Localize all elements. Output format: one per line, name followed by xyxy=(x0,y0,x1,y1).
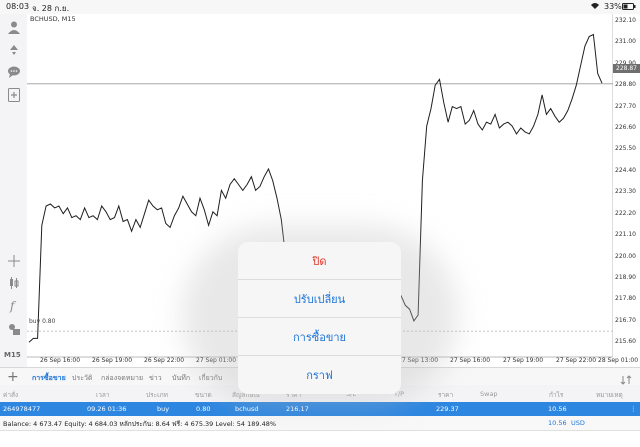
chat-icon[interactable] xyxy=(5,63,22,80)
status-bar: 08:03 จ. 28 ก.ย. 33% xyxy=(0,0,640,14)
price-tick-label: 221.10 xyxy=(615,231,636,239)
time-tick-label: 27 Sep 19:00 xyxy=(503,357,544,364)
objects-icon[interactable] xyxy=(5,320,22,337)
col-time[interactable]: เวลา xyxy=(96,390,110,400)
close-position-button[interactable]: ปิด xyxy=(238,242,401,280)
trade-button[interactable]: การซื้อขาย xyxy=(238,318,401,356)
buy-line-label: buy 0.80 xyxy=(29,318,56,325)
more-icon[interactable]: ⋮ xyxy=(630,405,637,413)
timeframe-label[interactable]: M15 xyxy=(4,351,21,359)
cell-profit: 10.56 xyxy=(548,405,567,413)
tab-journal[interactable]: บันทึก xyxy=(172,373,190,384)
price-tick-label: 224.40 xyxy=(615,166,636,174)
tab-history[interactable]: ประวัติ xyxy=(72,373,92,384)
price-tick-label: 220.00 xyxy=(615,252,636,260)
price-tick-label: 231.00 xyxy=(615,38,636,46)
cell-volume: 0.80 xyxy=(196,405,211,413)
tab-news[interactable]: ข่าว xyxy=(149,373,162,384)
position-context-menu: ปิด ปรับเปลี่ยน การซื้อขาย กราฟ xyxy=(238,242,401,394)
time-tick-label: 28 Sep 01:00 xyxy=(598,357,639,364)
empty-area xyxy=(0,431,640,447)
cell-type: buy xyxy=(157,405,170,413)
trade-arrows-icon[interactable] xyxy=(5,40,22,57)
modify-position-button[interactable]: ปรับเปลี่ยน xyxy=(238,280,401,318)
time-tick-label: 27 Sep 22:00 xyxy=(556,357,597,364)
profit-currency: USD xyxy=(571,419,585,427)
balance-bar: Balance: 4 673.47 Equity: 4 684.03 หลักป… xyxy=(0,416,640,431)
col-price[interactable]: ราคา xyxy=(438,390,453,400)
sort-icon[interactable] xyxy=(620,371,632,385)
time-tick-label: 26 Sep 16:00 xyxy=(40,357,81,364)
cell-symbol: bchusd xyxy=(235,405,259,413)
indicator-icon[interactable]: f xyxy=(5,297,22,314)
wifi-icon xyxy=(590,2,600,12)
price-tick-label: 218.90 xyxy=(615,274,636,282)
col-swap[interactable]: Swap xyxy=(480,390,498,398)
col-profit[interactable]: กำไร xyxy=(549,390,563,400)
cell-price: 229.37 xyxy=(436,405,459,413)
price-tick-label: 215.60 xyxy=(615,338,636,346)
time-tick-label: 27 Sep 16:00 xyxy=(450,357,491,364)
cell-open-price: 216.17 xyxy=(286,405,309,413)
tab-trade[interactable]: การซื้อขาย xyxy=(32,373,66,384)
total-profit: 10.56 xyxy=(548,419,567,427)
time-tick-label: 26 Sep 19:00 xyxy=(92,357,133,364)
price-tick-label: 216.70 xyxy=(615,316,636,324)
price-tick-label: 226.60 xyxy=(615,124,636,132)
status-time: 08:03 xyxy=(6,2,30,11)
price-tick-label: 227.70 xyxy=(615,102,636,110)
col-comment[interactable]: หมายเหตุ xyxy=(596,390,623,400)
time-tick-label: 26 Sep 22:00 xyxy=(144,357,185,364)
price-tick-label: 225.50 xyxy=(615,145,636,153)
chart-button[interactable]: กราฟ xyxy=(238,356,401,393)
cell-order: 264978477 xyxy=(3,405,41,413)
new-order-icon[interactable] xyxy=(5,86,22,103)
col-type[interactable]: ประเภท xyxy=(146,390,168,400)
tab-mailbox[interactable]: กล่องจดหมาย xyxy=(101,373,143,384)
price-tick-label: 228.80 xyxy=(615,81,636,89)
current-price-tag: 228.87 xyxy=(613,64,640,73)
chart-toolbar: f M15 xyxy=(0,14,28,367)
account-icon[interactable] xyxy=(5,18,22,35)
price-tick-label: 232.10 xyxy=(615,16,636,24)
cell-time: 09.26 01:36 xyxy=(87,405,127,413)
candles-icon[interactable] xyxy=(5,274,22,291)
svg-text:f: f xyxy=(9,299,17,313)
price-tick-label: 222.20 xyxy=(615,209,636,217)
balance-summary: Balance: 4 673.47 Equity: 4 684.03 หลักป… xyxy=(3,420,277,428)
col-order[interactable]: ค่าสั่ง xyxy=(3,390,18,400)
price-tick-label: 217.80 xyxy=(615,295,636,303)
crosshair-icon[interactable] xyxy=(5,252,22,269)
add-icon[interactable]: + xyxy=(7,369,19,385)
col-volume[interactable]: ขนาด xyxy=(195,390,212,400)
battery-icon xyxy=(622,3,636,12)
chart-symbol-label: BCHUSD, M15 xyxy=(30,15,76,23)
price-tick-label: 223.30 xyxy=(615,188,636,196)
battery-percent: 33% xyxy=(604,2,622,11)
